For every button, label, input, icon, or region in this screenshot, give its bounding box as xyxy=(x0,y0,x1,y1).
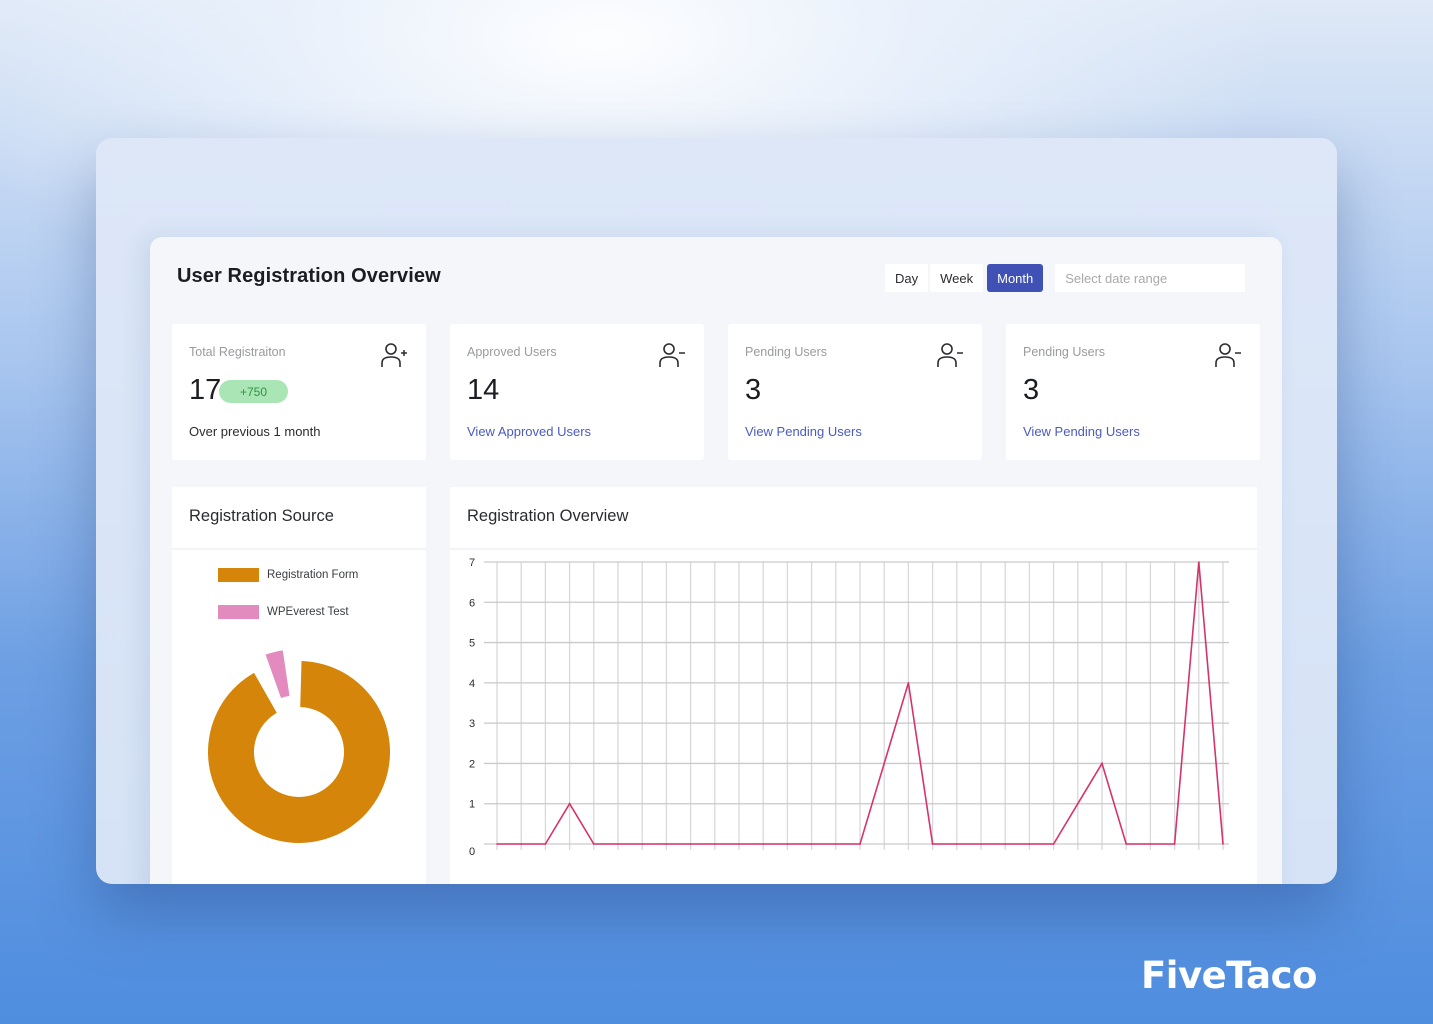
stat-card-total-registration: Total Registraiton 17 +750 Over previous… xyxy=(172,324,426,460)
donut-slice-registration-form xyxy=(208,661,390,843)
data-point xyxy=(520,843,522,845)
data-point xyxy=(1077,802,1079,805)
legend-swatch xyxy=(218,568,259,582)
data-point xyxy=(1149,843,1152,845)
y-tick-label: 5 xyxy=(469,638,475,650)
legend-label: Registration Form xyxy=(267,569,359,581)
user-minus-icon xyxy=(1215,343,1241,367)
y-tick-label: 0 xyxy=(469,846,475,858)
data-point xyxy=(1173,843,1176,845)
screenshot-frame: User Registration Overview Day Week Mont… xyxy=(96,138,1337,884)
data-point xyxy=(883,762,885,765)
data-point xyxy=(738,843,740,845)
data-point xyxy=(1222,843,1224,845)
card-header: Registration Overview xyxy=(450,487,1257,550)
y-tick-label: 3 xyxy=(469,718,475,730)
card-title: Registration Overview xyxy=(467,507,629,525)
data-point xyxy=(593,843,595,845)
view-approved-users-link[interactable]: View Approved Users xyxy=(467,424,591,439)
stat-card-approved-users: Approved Users 14 View Approved Users xyxy=(450,324,704,460)
y-tick-label: 6 xyxy=(469,597,475,609)
legend-label: WPEverest Test xyxy=(267,606,349,618)
brand-logo: FiveTaco xyxy=(1141,954,1317,997)
y-tick-label: 2 xyxy=(469,758,475,770)
data-point xyxy=(980,843,982,845)
data-point xyxy=(810,843,813,845)
date-range-controls: Day Week Month xyxy=(885,264,1246,292)
page-title: User Registration Overview xyxy=(177,265,441,287)
stat-value: 14 xyxy=(467,374,500,406)
data-point xyxy=(1004,843,1006,845)
data-point xyxy=(956,843,958,845)
stat-footnote: Over previous 1 month xyxy=(189,424,321,439)
stat-card-pending-users-2: Pending Users 3 View Pending Users xyxy=(1006,324,1260,460)
legend-swatch xyxy=(218,605,259,619)
data-point xyxy=(496,843,498,845)
donut-slice-wpeverest-test xyxy=(265,650,290,698)
data-point xyxy=(907,682,910,684)
stat-value: 17 xyxy=(189,374,222,406)
data-point xyxy=(617,843,619,845)
stat-card-pending-users: Pending Users 3 View Pending Users xyxy=(728,324,982,460)
week-button[interactable]: Week xyxy=(930,264,984,292)
card-title: Registration Source xyxy=(189,507,334,525)
y-tick-label: 4 xyxy=(469,678,475,690)
registration-overview-card: Registration Overview 0 1 2 3 4 5 6 7 xyxy=(450,487,1257,884)
data-point xyxy=(641,843,643,845)
user-plus-icon xyxy=(381,343,407,367)
data-point xyxy=(931,843,934,845)
data-point xyxy=(665,843,668,845)
y-tick-label: 1 xyxy=(469,799,475,811)
stat-label: Total Registraiton xyxy=(189,345,286,359)
data-point xyxy=(835,843,837,845)
data-point xyxy=(689,843,692,845)
data-point xyxy=(1198,561,1200,563)
view-pending-users-link[interactable]: View Pending Users xyxy=(1023,424,1140,439)
registration-source-card: Registration Source Registration Form WP… xyxy=(172,487,426,884)
stat-label: Pending Users xyxy=(1023,345,1105,359)
data-point xyxy=(568,802,571,805)
view-pending-users-link[interactable]: View Pending Users xyxy=(745,424,862,439)
change-badge: +750 xyxy=(219,380,288,403)
data-point xyxy=(762,843,764,845)
donut-chart xyxy=(208,650,390,843)
legend-item-wpeverest-test[interactable]: WPEverest Test xyxy=(218,605,349,619)
card-header: Registration Source xyxy=(172,487,426,550)
dashboard-panel: User Registration Overview Day Week Mont… xyxy=(150,237,1282,884)
stat-label: Pending Users xyxy=(745,345,827,359)
date-range-input[interactable] xyxy=(1055,264,1246,292)
data-point xyxy=(786,843,789,845)
data-point xyxy=(1052,843,1055,845)
line-chart: 0 1 2 3 4 5 6 7 xyxy=(469,557,1229,858)
data-point xyxy=(1125,843,1127,845)
month-button[interactable]: Month xyxy=(987,264,1044,292)
data-point xyxy=(544,843,547,845)
data-point xyxy=(714,843,716,845)
data-point xyxy=(859,843,861,845)
day-button[interactable]: Day xyxy=(885,264,929,292)
user-minus-icon xyxy=(937,343,963,367)
stat-value: 3 xyxy=(745,374,762,406)
data-point xyxy=(1028,843,1031,845)
stat-value: 3 xyxy=(1023,374,1040,406)
y-tick-label: 7 xyxy=(469,557,475,569)
user-minus-icon xyxy=(659,343,685,367)
stat-label: Approved Users xyxy=(467,345,557,359)
data-point xyxy=(1101,762,1103,765)
legend-item-registration-form[interactable]: Registration Form xyxy=(218,568,358,582)
